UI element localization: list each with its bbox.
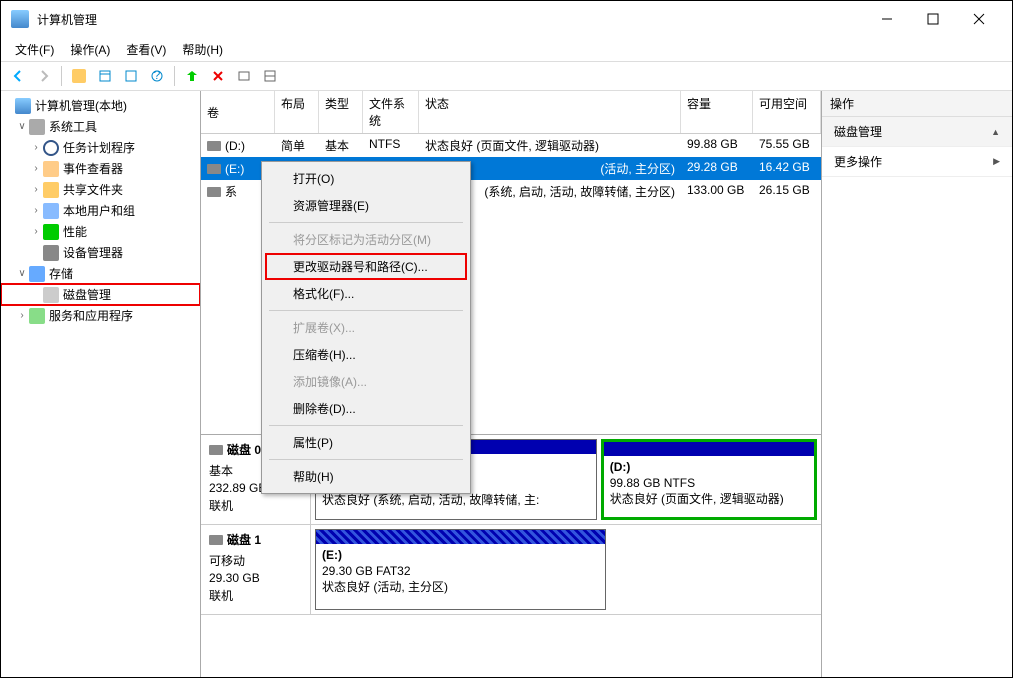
col-volume[interactable]: 卷 xyxy=(201,91,275,133)
tree-tasksched[interactable]: ›任务计划程序 xyxy=(1,137,200,158)
tree-systools-label: 系统工具 xyxy=(49,118,97,135)
tb-btn-7[interactable] xyxy=(232,64,256,88)
table-row[interactable]: (D:) 简单 基本 NTFS 状态良好 (页面文件, 逻辑驱动器) 99.88… xyxy=(201,134,821,157)
toolbar: ? xyxy=(1,61,1012,91)
tb-btn-2[interactable] xyxy=(93,64,117,88)
tree-diskmgmt[interactable]: 磁盘管理 xyxy=(1,284,200,305)
partition-d[interactable]: (D:) 99.88 GB NTFS 状态良好 (页面文件, 逻辑驱动器) xyxy=(601,439,817,520)
menu-action[interactable]: 操作(A) xyxy=(62,38,118,61)
tb-btn-4[interactable]: ? xyxy=(145,64,169,88)
menu-view[interactable]: 查看(V) xyxy=(118,38,174,61)
tb-btn-8[interactable] xyxy=(258,64,282,88)
menu-file[interactable]: 文件(F) xyxy=(7,38,62,61)
tb-btn-3[interactable] xyxy=(119,64,143,88)
disk-icon xyxy=(209,445,223,455)
disk-row: 磁盘 1 可移动 29.30 GB 联机 (E:) 29.30 GB FAT32… xyxy=(201,525,821,615)
window-title: 计算机管理 xyxy=(37,11,864,28)
toolbar-sep-2 xyxy=(174,66,175,86)
partition-e[interactable]: (E:) 29.30 GB FAT32 状态良好 (活动, 主分区) xyxy=(315,529,606,610)
context-menu-item[interactable]: 帮助(H) xyxy=(265,463,467,490)
volume-icon xyxy=(207,187,221,197)
empty-space xyxy=(610,529,817,610)
svg-text:?: ? xyxy=(154,69,161,82)
tree-systools[interactable]: ∨系统工具 xyxy=(1,116,200,137)
collapse-icon: ▲ xyxy=(991,127,1000,137)
toolbar-sep xyxy=(61,66,62,86)
col-free[interactable]: 可用空间 xyxy=(753,91,821,133)
context-menu-item[interactable]: 格式化(F)... xyxy=(265,280,467,307)
context-menu-sep xyxy=(269,459,463,460)
actions-panel: 操作 磁盘管理▲ 更多操作▶ xyxy=(822,91,1012,677)
context-menu-item[interactable]: 更改驱动器号和路径(C)... xyxy=(265,253,467,280)
tree-sharedfolders[interactable]: ›共享文件夹 xyxy=(1,179,200,200)
col-type[interactable]: 类型 xyxy=(319,91,363,133)
tb-delete-button[interactable] xyxy=(206,64,230,88)
volume-icon xyxy=(207,141,221,151)
volume-table-header: 卷 布局 类型 文件系统 状态 容量 可用空间 xyxy=(201,91,821,134)
disk-info[interactable]: 磁盘 1 可移动 29.30 GB 联机 xyxy=(201,525,311,614)
chevron-right-icon: ▶ xyxy=(993,156,1000,167)
minimize-button[interactable] xyxy=(864,3,910,35)
context-menu-item: 将分区标记为活动分区(M) xyxy=(265,226,467,253)
partition-bar xyxy=(604,442,814,456)
tree-devicemgr[interactable]: 设备管理器 xyxy=(1,242,200,263)
main-area: 计算机管理(本地) ∨系统工具 ›任务计划程序 ›事件查看器 ›共享文件夹 ›本… xyxy=(1,91,1012,677)
col-capacity[interactable]: 容量 xyxy=(681,91,753,133)
context-menu-item[interactable]: 删除卷(D)... xyxy=(265,395,467,422)
tree-localusers[interactable]: ›本地用户和组 xyxy=(1,200,200,221)
context-menu-item[interactable]: 打开(O) xyxy=(265,165,467,192)
context-menu-sep xyxy=(269,425,463,426)
menubar: 文件(F) 操作(A) 查看(V) 帮助(H) xyxy=(1,37,1012,61)
tree-eventviewer[interactable]: ›事件查看器 xyxy=(1,158,200,179)
back-button[interactable] xyxy=(6,64,30,88)
context-menu-item[interactable]: 压缩卷(H)... xyxy=(265,341,467,368)
context-menu-item[interactable]: 资源管理器(E) xyxy=(265,192,467,219)
tb-btn-1[interactable] xyxy=(67,64,91,88)
tree-services[interactable]: ›服务和应用程序 xyxy=(1,305,200,326)
tree-panel[interactable]: 计算机管理(本地) ∨系统工具 ›任务计划程序 ›事件查看器 ›共享文件夹 ›本… xyxy=(1,91,201,677)
col-layout[interactable]: 布局 xyxy=(275,91,319,133)
window-controls xyxy=(864,3,1002,35)
tree-storage[interactable]: ∨存储 xyxy=(1,263,200,284)
actions-group[interactable]: 磁盘管理▲ xyxy=(822,117,1012,147)
context-menu-item[interactable]: 属性(P) xyxy=(265,429,467,456)
actions-header: 操作 xyxy=(822,91,1012,117)
col-status[interactable]: 状态 xyxy=(419,91,681,133)
tree-root-label: 计算机管理(本地) xyxy=(35,97,127,114)
context-menu-sep xyxy=(269,310,463,311)
menu-help[interactable]: 帮助(H) xyxy=(174,38,231,61)
disk-icon xyxy=(209,535,223,545)
actions-more[interactable]: 更多操作▶ xyxy=(822,147,1012,177)
titlebar: 计算机管理 xyxy=(1,1,1012,37)
partition-bar xyxy=(316,530,605,544)
volume-icon xyxy=(207,164,221,174)
app-icon xyxy=(11,10,29,28)
tree-root[interactable]: 计算机管理(本地) xyxy=(1,95,200,116)
tree-performance[interactable]: ›性能 xyxy=(1,221,200,242)
close-button[interactable] xyxy=(956,3,1002,35)
context-menu-item: 扩展卷(X)... xyxy=(265,314,467,341)
context-menu-sep xyxy=(269,222,463,223)
tb-btn-5[interactable] xyxy=(180,64,204,88)
context-menu: 打开(O)资源管理器(E) 将分区标记为活动分区(M)更改驱动器号和路径(C)..… xyxy=(261,161,471,494)
col-filesystem[interactable]: 文件系统 xyxy=(363,91,419,133)
context-menu-item: 添加镜像(A)... xyxy=(265,368,467,395)
forward-button[interactable] xyxy=(32,64,56,88)
maximize-button[interactable] xyxy=(910,3,956,35)
partitions: (E:) 29.30 GB FAT32 状态良好 (活动, 主分区) xyxy=(311,525,821,614)
